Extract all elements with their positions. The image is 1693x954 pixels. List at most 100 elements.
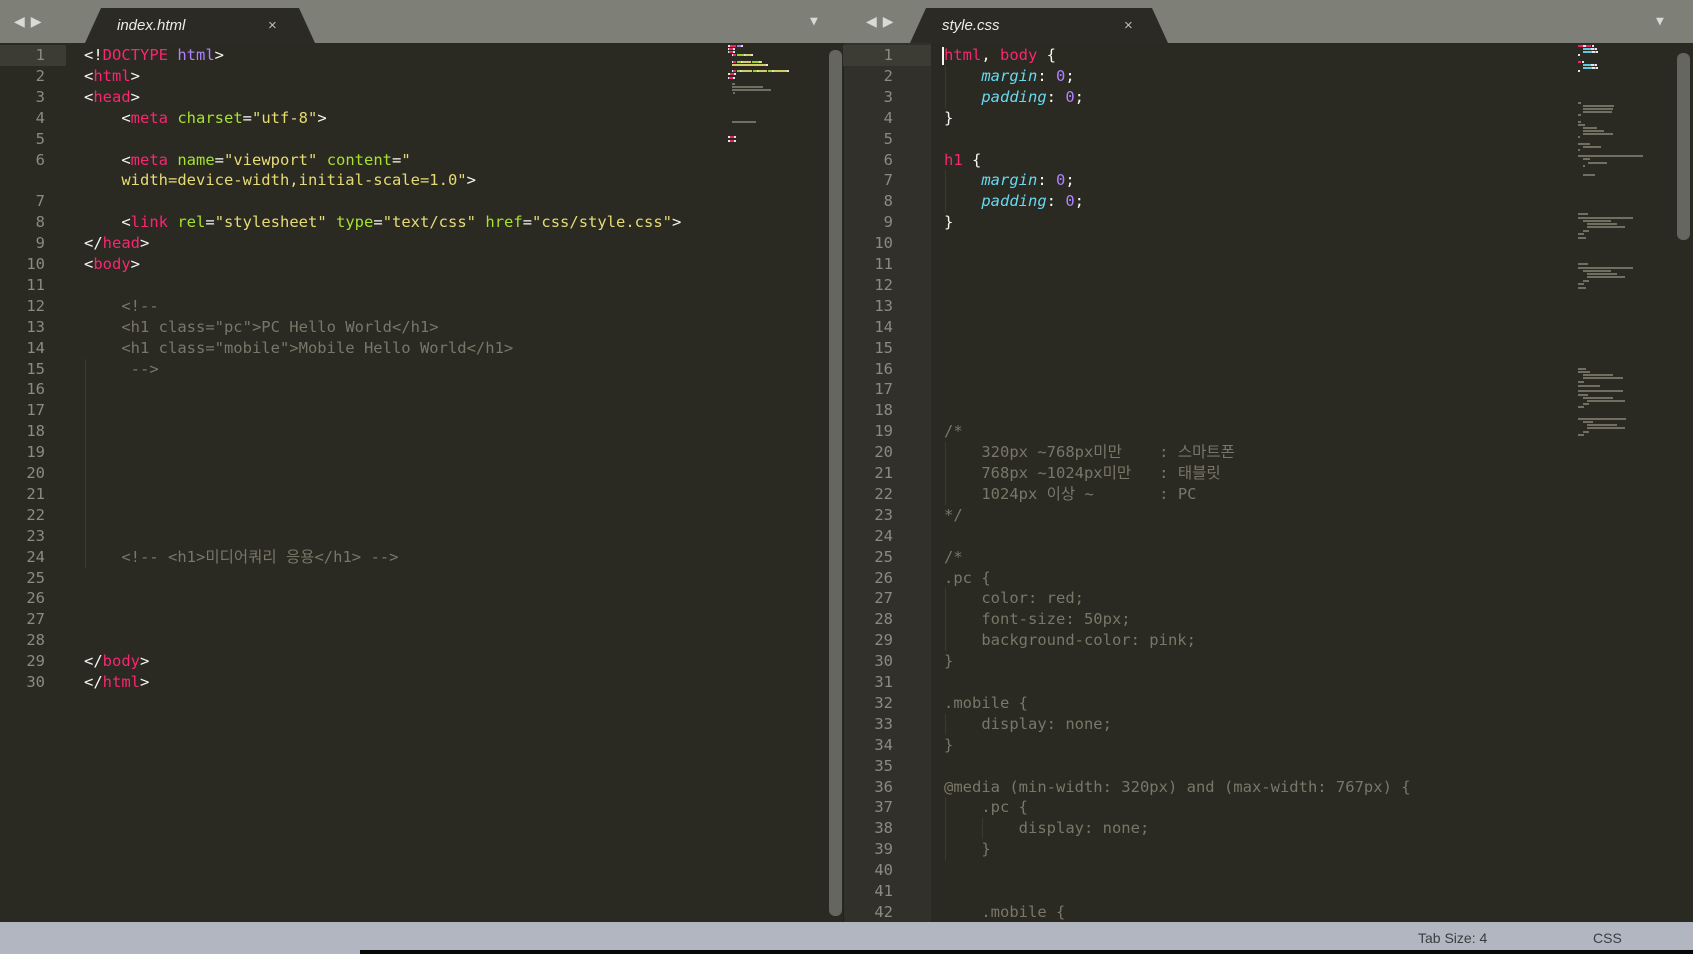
line-number: 14 (874, 317, 893, 336)
code-line: padding: 0; (981, 192, 1085, 211)
line-number: 11 (26, 275, 45, 294)
line-number: 7 (35, 192, 45, 211)
line-number: 8 (35, 213, 45, 232)
minimap-line (1578, 58, 1650, 60)
pane-left-index-html[interactable]: 1 2 3 4 5 6 7 8 9 10 11 12 13 14 15 16 17 18 19 20 21 22 23 24 2… (0, 43, 843, 922)
history-back-icon[interactable]: ◀ (14, 13, 25, 30)
minimap-line (728, 85, 785, 88)
code-line: padding: 0; (981, 87, 1085, 106)
code-line: <link rel="stylesheet" type="text/css" h… (84, 213, 682, 232)
code-line: h1 { (944, 150, 982, 169)
code-line: <!DOCTYPE html> (84, 46, 225, 64)
minimap-line (728, 127, 785, 129)
minimap-line (1578, 283, 1584, 285)
code-line: 768px ~1024px미만 : 태블릿 (944, 464, 1221, 482)
status-tab-size[interactable]: Tab Size: 4 (1418, 930, 1487, 946)
tab-index-html[interactable]: index.html × (85, 8, 315, 43)
line-number: 4 (883, 108, 893, 127)
line-number: 20 (874, 443, 893, 462)
minimap-line (1583, 377, 1623, 379)
line-number: 26 (26, 589, 45, 608)
line-number: 15 (26, 359, 45, 378)
minimap-line (1587, 273, 1617, 275)
minimap-line (728, 130, 785, 132)
line-number: 16 (874, 359, 893, 378)
code-line: .pc { (944, 568, 991, 587)
line-number: 12 (26, 296, 45, 315)
pane-right-style-css[interactable]: 1 2 3 4 5 6 7 8 9 10 11 12 13 14 15 16 17 18 19 20 21 22 23 24 2… (843, 43, 1693, 922)
left-pane-history-arrows: ◀ ▶ (14, 0, 42, 43)
minimap-line (1578, 123, 1650, 126)
minimap-line (728, 63, 785, 66)
line-number: 13 (26, 317, 45, 336)
code-line: background-color: pink; (944, 631, 1196, 650)
minimap-line (1578, 73, 1650, 75)
left-pane-overflow-menu-icon[interactable]: ▼ (810, 14, 818, 29)
line-number: 41 (874, 882, 893, 900)
code-line: */ (944, 505, 963, 524)
minimap-line (1583, 270, 1611, 272)
minimap-line (1578, 80, 1650, 82)
line-number: 40 (874, 861, 893, 880)
line-number: 42 (874, 902, 893, 921)
minimap-line (728, 73, 785, 76)
minimap-line (728, 45, 785, 47)
minimap-line (1578, 148, 1650, 151)
line-number: 1 (35, 46, 45, 64)
history-back-icon[interactable]: ◀ (866, 13, 877, 30)
line-number: 37 (874, 798, 893, 817)
indent-guide (982, 818, 984, 840)
history-forward-icon[interactable]: ▶ (31, 13, 42, 30)
minimap-line (1583, 280, 1589, 282)
minimap-line (1578, 114, 1650, 117)
minimap-line (1578, 51, 1650, 54)
minimap[interactable] (728, 45, 789, 920)
minimap-line (1587, 276, 1625, 278)
right-pane-overflow-menu-icon[interactable]: ▼ (1656, 14, 1664, 29)
indent-guide (945, 797, 946, 861)
minimap-line (1578, 140, 1650, 142)
line-number: 26 (874, 568, 893, 587)
left-pane-scrollbar-thumb[interactable] (829, 50, 842, 916)
tab-close-icon[interactable]: × (268, 17, 277, 34)
right-pane-scrollbar-thumb[interactable] (1677, 53, 1690, 240)
line-number: 3 (883, 87, 893, 106)
code-line: } (944, 735, 954, 754)
minimap[interactable] (1578, 45, 1650, 920)
code-line: display: none; (944, 819, 1150, 838)
line-number: 23 (26, 526, 45, 545)
minimap-line (1578, 92, 1650, 94)
minimap-line (1578, 434, 1584, 436)
minimap-line (1578, 217, 1633, 219)
minimap-line (728, 70, 789, 73)
minimap-line (1583, 230, 1589, 232)
tab-close-icon[interactable]: × (1124, 17, 1133, 34)
minimap-line (1578, 385, 1600, 387)
minimap-line (1578, 63, 1650, 66)
minimap-line (1578, 99, 1650, 101)
line-number: 8 (883, 192, 893, 211)
minimap-line (1583, 220, 1611, 222)
status-syntax-mode[interactable]: CSS (1593, 930, 1622, 946)
minimap-line (1587, 223, 1617, 225)
minimap-line (1578, 45, 1650, 47)
minimap-line (728, 139, 785, 142)
line-number: 3 (35, 87, 45, 106)
line-number: 35 (874, 756, 893, 775)
tab-style-css[interactable]: style.css × (910, 8, 1168, 43)
code-line: /* (944, 422, 963, 441)
minimap-line (1578, 136, 1650, 139)
editor-area: 1 2 3 4 5 6 7 8 9 10 11 12 13 14 15 16 17 18 19 20 21 22 23 24 2… (0, 43, 1693, 922)
line-number: 9 (883, 213, 893, 232)
minimap-line (1578, 390, 1623, 392)
minimap-line (1578, 133, 1650, 136)
line-number: 36 (874, 777, 893, 796)
line-number: 24 (874, 526, 893, 545)
minimap-line (728, 105, 785, 107)
line-number: 18 (874, 401, 893, 420)
history-forward-icon[interactable]: ▶ (883, 13, 894, 30)
line-number: 19 (26, 443, 45, 462)
line-number: 27 (874, 589, 893, 608)
minimap-line (1578, 70, 1650, 73)
code-line: color: red; (944, 589, 1084, 608)
